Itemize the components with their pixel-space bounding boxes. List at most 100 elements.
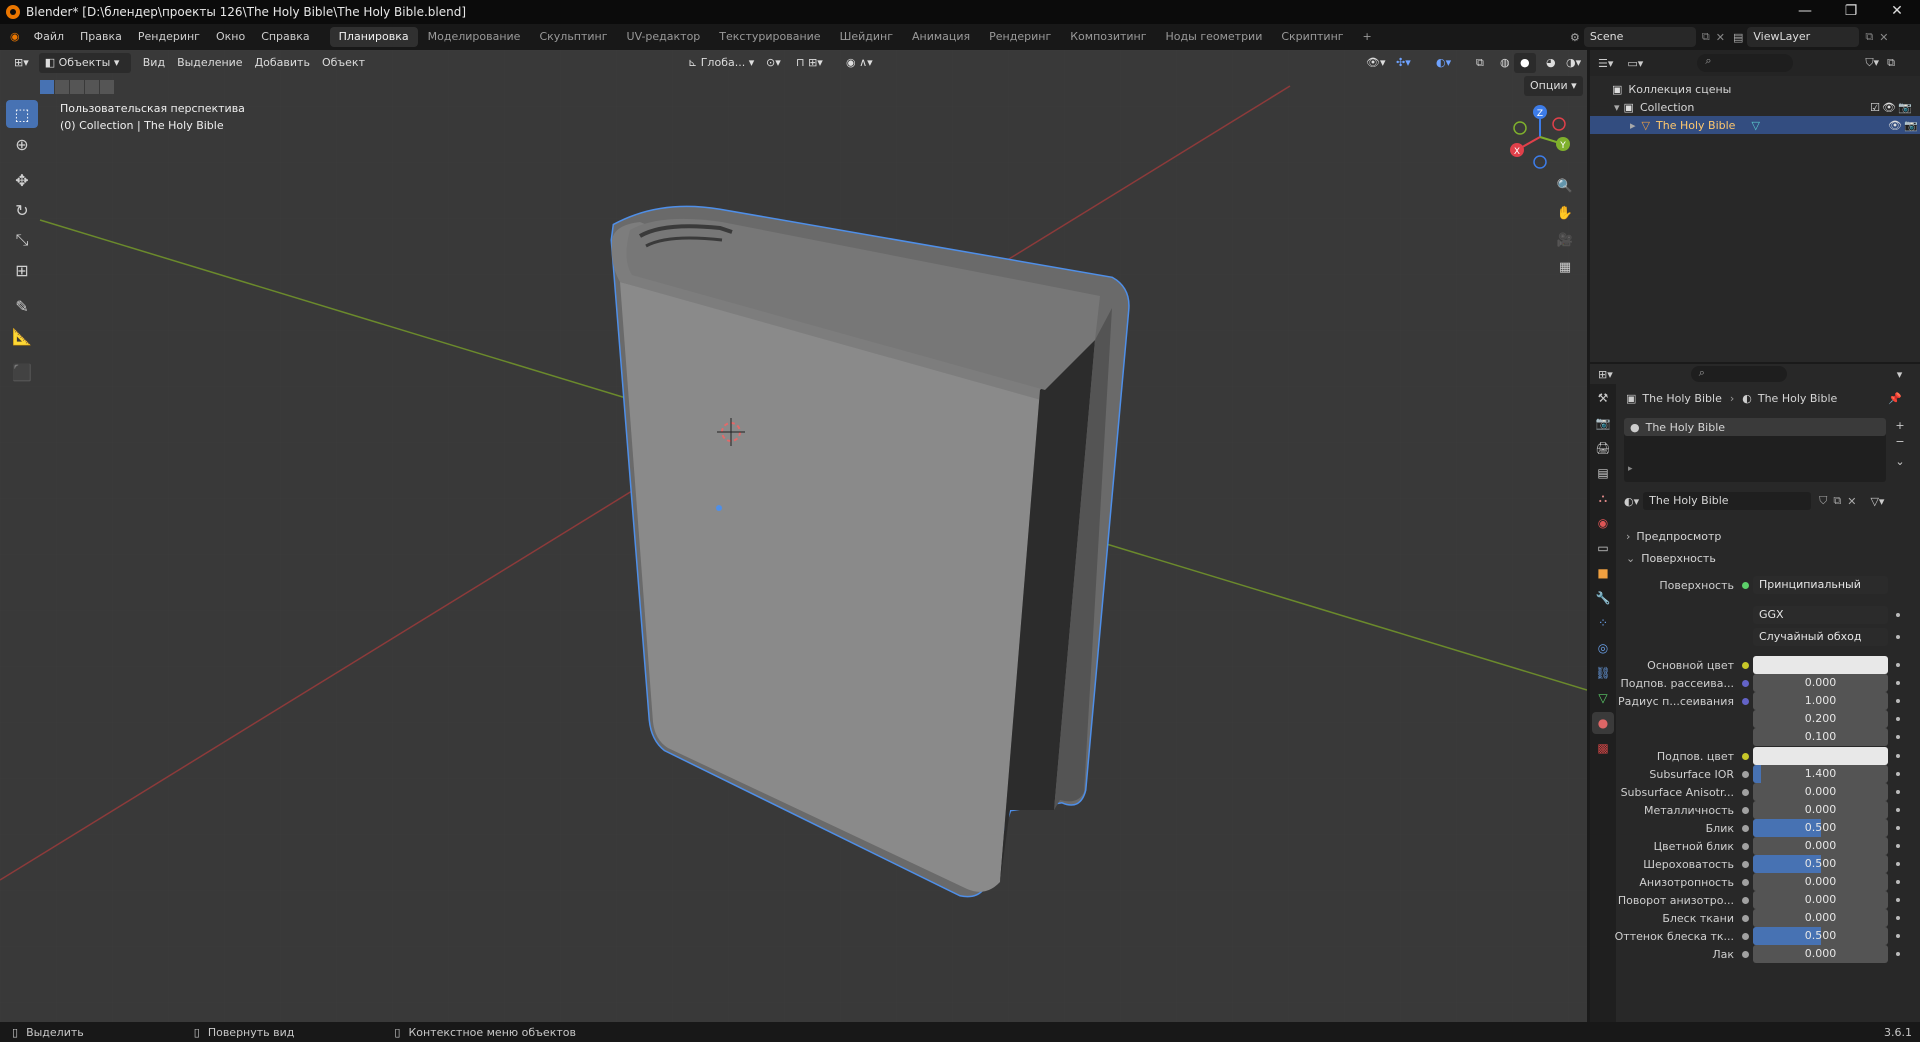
move-tool[interactable]: ✥ (6, 166, 38, 194)
socket-icon[interactable] (1742, 680, 1749, 687)
scene-tab-icon[interactable]: ⛬ (1592, 487, 1614, 509)
keyframe-icon[interactable] (1896, 735, 1900, 739)
preview-panel-header[interactable]: › Предпросмотр (1626, 530, 1721, 543)
proportional-edit-icon[interactable]: ◉ ∧▾ (840, 53, 879, 73)
mesh-data-icon[interactable]: ▽ (1751, 119, 1759, 132)
workspace-tab[interactable]: Планировка (329, 27, 418, 47)
select-subtract-icon[interactable] (70, 80, 84, 94)
select-invert-icon[interactable] (85, 80, 99, 94)
surface-panel-header[interactable]: ⌄ Поверхность (1626, 552, 1716, 565)
socket-icon[interactable] (1742, 789, 1749, 796)
ortho-grid-icon[interactable]: ▦ (1553, 255, 1577, 279)
unlink-material-icon[interactable]: ✕ (1847, 495, 1856, 508)
menu-item[interactable]: Правка (72, 24, 130, 50)
maximize-button[interactable]: ❐ (1828, 0, 1874, 24)
subsurface-method-keyframe-icon[interactable] (1896, 635, 1900, 639)
duplicate-material-icon[interactable]: ⧉ (1833, 494, 1841, 508)
socket-icon[interactable] (1742, 861, 1749, 868)
select-intersect-icon[interactable] (100, 80, 114, 94)
view-layer-tab-icon[interactable]: ▤ (1592, 462, 1614, 484)
socket-icon[interactable] (1742, 807, 1749, 814)
numeric-field[interactable]: 0.100 (1753, 728, 1888, 746)
keyframe-icon[interactable] (1896, 880, 1900, 884)
display-mode-icon[interactable]: ▭▾ (1627, 57, 1643, 70)
expand-object-icon[interactable]: ▸ (1630, 119, 1636, 132)
viewport-menu-item[interactable]: Добавить (249, 53, 316, 73)
surface-shader-field[interactable]: Принципиальный BSDF (1753, 576, 1888, 594)
options-button[interactable]: Опции ▾ (1524, 76, 1583, 96)
rotate-tool[interactable]: ↻ (6, 196, 38, 224)
distribution-dropdown[interactable]: GGX (1753, 606, 1888, 624)
numeric-field[interactable]: 0.500 (1753, 927, 1888, 945)
viewport-menu-item[interactable]: Выделение (171, 53, 249, 73)
keyframe-icon[interactable] (1896, 916, 1900, 920)
browse-material-icon[interactable]: ◐▾ (1624, 495, 1639, 508)
properties-editor-icon[interactable]: ⊞▾ (1598, 368, 1613, 381)
list-expand-icon[interactable]: ▸ (1628, 464, 1633, 474)
workspace-tab[interactable]: Моделирование (419, 27, 530, 47)
scene-collection-row[interactable]: ▣ Коллекция сцены (1612, 80, 1731, 98)
visibility-icon[interactable]: 👁▾ (1360, 53, 1392, 73)
properties-search-field[interactable]: ⌕ (1690, 366, 1787, 382)
keyframe-icon[interactable] (1896, 772, 1900, 776)
socket-icon[interactable] (1742, 933, 1749, 940)
socket-icon[interactable] (1742, 843, 1749, 850)
add-slot-icon[interactable]: + (1892, 418, 1908, 434)
remove-slot-icon[interactable]: − (1892, 434, 1908, 450)
numeric-field[interactable]: 0.000 (1753, 945, 1888, 963)
keyframe-icon[interactable] (1896, 898, 1900, 902)
slot-menu-icon[interactable]: ⌄ (1892, 454, 1908, 470)
keyframe-icon[interactable] (1896, 681, 1900, 685)
world-tab-icon[interactable]: ◉ (1592, 512, 1614, 534)
fake-user-icon[interactable]: ⛉ (1819, 494, 1827, 508)
material-shading-icon[interactable]: ◕ (1540, 53, 1562, 73)
collection-eye-icon[interactable]: 👁 (1882, 101, 1896, 114)
xray-toggle-icon[interactable]: ⧉ (1470, 53, 1490, 73)
numeric-field[interactable]: 0.000 (1753, 837, 1888, 855)
keyframe-icon[interactable] (1896, 790, 1900, 794)
wireframe-shading-icon[interactable]: ◍ (1494, 53, 1516, 73)
object-eye-icon[interactable]: 👁 (1888, 119, 1902, 132)
menu-item[interactable]: Файл (26, 24, 72, 50)
remove-view-layer-icon[interactable]: ✕ (1879, 31, 1888, 44)
new-view-layer-icon[interactable]: ⧉ (1865, 30, 1873, 44)
distribution-keyframe-icon[interactable] (1896, 613, 1900, 617)
gizmo-toggle-icon[interactable]: ✣▾ (1390, 53, 1417, 73)
remove-scene-icon[interactable]: ✕ (1716, 31, 1725, 44)
menu-item[interactable]: Рендеринг (130, 24, 208, 50)
menu-item[interactable]: Окно (208, 24, 253, 50)
scene-selector[interactable]: Scene (1583, 27, 1696, 47)
numeric-field[interactable]: 0.200 (1753, 710, 1888, 728)
workspace-tab[interactable]: Текстурирование (710, 27, 829, 47)
mode-selector[interactable]: ◧ Объекты ▾ (38, 53, 131, 73)
navigation-gizmo[interactable]: Z Y X (1505, 102, 1575, 172)
socket-icon[interactable] (1742, 915, 1749, 922)
pin-icon[interactable]: 📌 (1888, 392, 1902, 405)
material-name-field[interactable]: The Holy Bible (1643, 492, 1812, 510)
numeric-field[interactable]: 0.500 (1753, 855, 1888, 873)
properties-menu-icon[interactable]: ▾ (1897, 368, 1903, 381)
render-tab-icon[interactable]: 📷 (1592, 412, 1614, 434)
output-tab-icon[interactable]: 🖨 (1592, 437, 1614, 459)
new-scene-icon[interactable]: ⧉ (1702, 30, 1710, 44)
socket-icon[interactable] (1742, 771, 1749, 778)
keyframe-icon[interactable] (1896, 663, 1900, 667)
socket-icon[interactable] (1742, 753, 1749, 760)
numeric-field[interactable]: 0.500 (1753, 819, 1888, 837)
pivot-point-icon[interactable]: ⊙▾ (760, 53, 787, 73)
numeric-field[interactable]: 0.000 (1753, 891, 1888, 909)
workspace-tab[interactable]: Анимация (903, 27, 979, 47)
color-swatch-field[interactable] (1753, 747, 1888, 765)
rendered-shading-icon[interactable]: ◑▾ (1560, 53, 1587, 73)
outliner-search-field[interactable]: ⌕ (1697, 54, 1794, 72)
keyframe-icon[interactable] (1896, 826, 1900, 830)
view-layer-selector[interactable]: ViewLayer (1747, 27, 1860, 47)
numeric-field[interactable]: 0.000 (1753, 873, 1888, 891)
select-box-tool[interactable]: ⬚ (6, 100, 38, 128)
close-button[interactable]: ✕ (1874, 0, 1920, 24)
minimize-button[interactable]: — (1782, 0, 1828, 24)
object-row-holy-bible[interactable]: ▸ ▽ The Holy Bible ▽ 👁 📷 (1590, 116, 1920, 134)
socket-icon[interactable] (1742, 698, 1749, 705)
snap-icon[interactable]: ⊓ ⊞▾ (790, 53, 829, 73)
keyframe-icon[interactable] (1896, 754, 1900, 758)
